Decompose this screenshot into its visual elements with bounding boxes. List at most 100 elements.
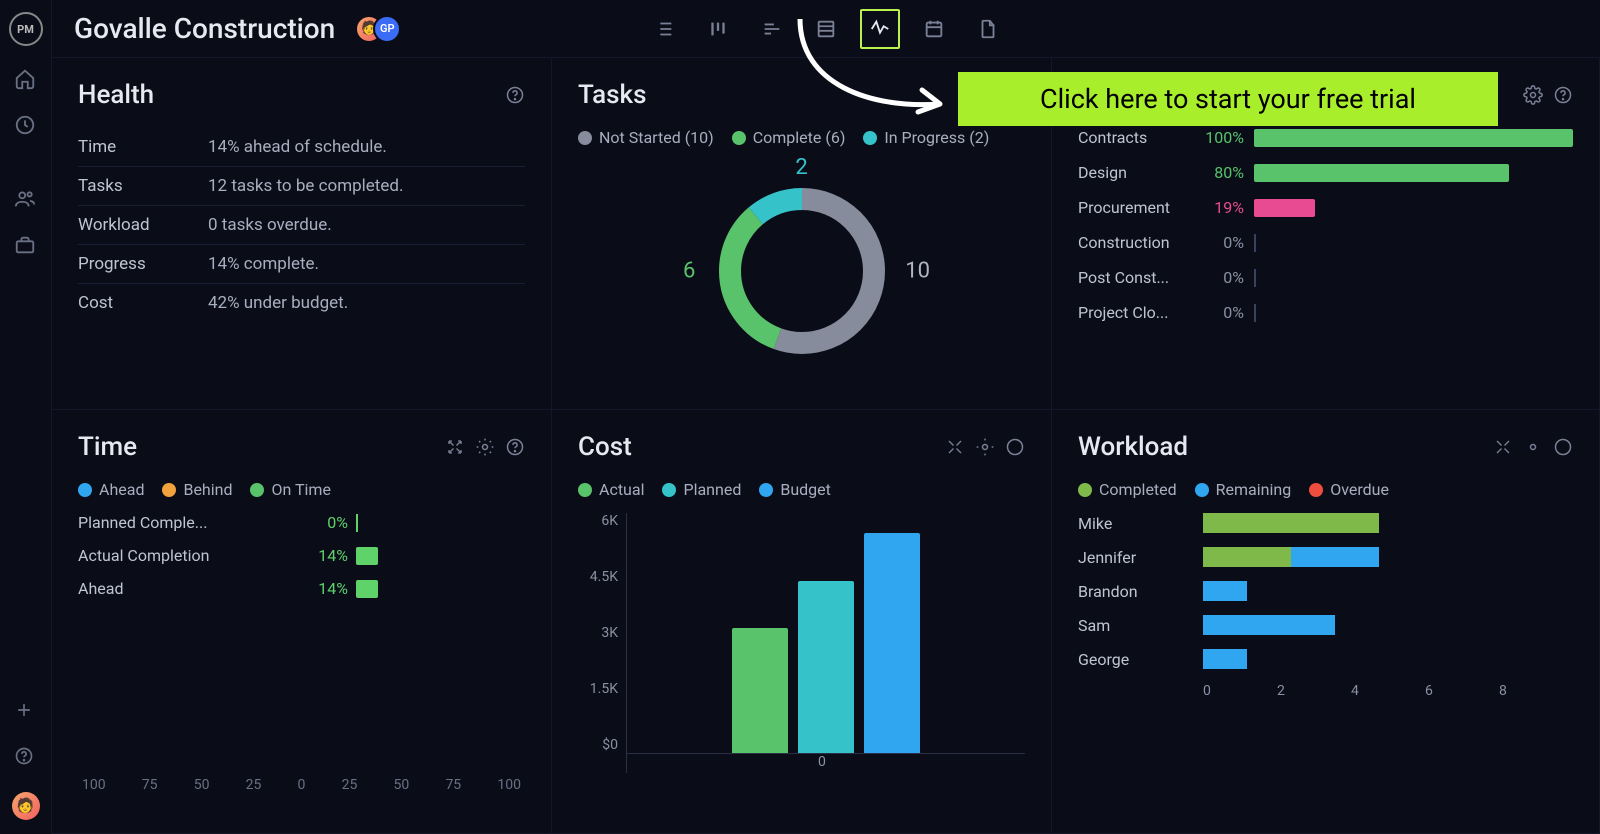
axis-tick: 75 <box>142 777 158 793</box>
bar-fill <box>356 580 378 598</box>
bar-seg <box>1203 581 1247 601</box>
axis-tick: 6K <box>578 513 618 529</box>
dot-icon <box>1309 483 1323 497</box>
gantt-view-icon[interactable] <box>752 9 792 49</box>
cost-card: Cost Actual Planned Budget 6K 4.5K 3K 1.… <box>552 410 1052 834</box>
app-logo[interactable]: PM <box>9 12 43 46</box>
expand-icon[interactable] <box>1493 437 1513 457</box>
health-value: 42% under budget. <box>208 293 348 313</box>
gear-icon[interactable] <box>1523 437 1543 457</box>
health-label: Workload <box>78 215 208 235</box>
tasks-donut: 2 6 10 <box>578 161 1025 381</box>
legend-label: Remaining <box>1216 480 1292 499</box>
health-value: 0 tasks overdue. <box>208 215 332 235</box>
time-row: Planned Comple...0% <box>78 513 525 532</box>
progress-row: Procurement19% <box>1078 198 1573 217</box>
health-row: Time14% ahead of schedule. <box>78 128 525 167</box>
legend-label: Actual <box>599 480 644 499</box>
list-view-icon[interactable] <box>644 9 684 49</box>
people-icon[interactable] <box>14 188 38 212</box>
dot-icon <box>732 131 746 145</box>
legend-item: In Progress (2) <box>863 128 989 147</box>
row-label: Construction <box>1078 233 1188 252</box>
axis-tick: 4 <box>1351 683 1425 699</box>
expand-icon[interactable] <box>945 437 965 457</box>
dot-icon <box>578 483 592 497</box>
file-view-icon[interactable] <box>968 9 1008 49</box>
donut-chart <box>702 171 902 371</box>
row-percent: 100% <box>1188 128 1244 147</box>
row-label: Procurement <box>1078 198 1188 217</box>
help-icon[interactable] <box>505 85 525 105</box>
time-axis: 100 75 50 25 0 25 50 75 100 <box>78 777 525 793</box>
tasks-legend: Not Started (10) Complete (6) In Progres… <box>578 128 1025 147</box>
axis-tick: 0 <box>818 754 826 770</box>
expand-icon[interactable] <box>445 437 465 457</box>
legend-label: Ahead <box>99 480 144 499</box>
board-view-icon[interactable] <box>698 9 738 49</box>
progress-row: Contracts100% <box>1078 128 1573 147</box>
help-icon[interactable] <box>1553 85 1573 105</box>
free-trial-cta[interactable]: Click here to start your free trial <box>958 72 1498 126</box>
card-title: Health <box>78 80 154 110</box>
axis-tick: 100 <box>497 777 521 793</box>
bar-fill <box>1254 269 1256 287</box>
donut-value: 6 <box>683 259 695 284</box>
plus-icon[interactable] <box>14 700 38 724</box>
clock-icon[interactable] <box>14 114 38 138</box>
bar-seg <box>1203 615 1335 635</box>
user-avatar[interactable]: 🧑 <box>12 792 40 820</box>
bar-seg <box>1203 649 1247 669</box>
axis-tick: $0 <box>578 737 618 753</box>
dashboard-view-icon[interactable] <box>860 9 900 49</box>
dot-icon <box>578 131 592 145</box>
legend-label: Complete (6) <box>753 128 846 147</box>
calendar-view-icon[interactable] <box>914 9 954 49</box>
briefcase-icon[interactable] <box>14 234 38 258</box>
legend-label: Planned <box>683 480 741 499</box>
axis-tick: 2 <box>1277 683 1351 699</box>
gear-icon[interactable] <box>1523 85 1543 105</box>
progress-rows: Contracts100% Design80% Procurement19% C… <box>1078 128 1573 322</box>
health-value: 12 tasks to be completed. <box>208 176 403 196</box>
health-row: Cost42% under budget. <box>78 284 525 322</box>
legend-item: Remaining <box>1195 480 1292 499</box>
home-icon[interactable] <box>14 68 38 92</box>
axis-tick: 0 <box>1203 683 1277 699</box>
time-card: Time Ahead Behind On Time Planned Comple… <box>52 410 552 834</box>
dot-icon <box>250 483 264 497</box>
help-icon[interactable] <box>1005 437 1025 457</box>
axis-tick: 100 <box>82 777 106 793</box>
axis-tick: 6 <box>1425 683 1499 699</box>
bar-seg <box>1203 513 1379 533</box>
gear-icon[interactable] <box>475 437 495 457</box>
help-icon[interactable] <box>1553 437 1573 457</box>
workload-row: Brandon <box>1078 581 1573 601</box>
sheet-view-icon[interactable] <box>806 9 846 49</box>
legend-label: Budget <box>780 480 831 499</box>
help-icon[interactable] <box>14 746 38 770</box>
legend-item: Complete (6) <box>732 128 846 147</box>
member-avatars[interactable]: 🧑 GP <box>355 15 401 43</box>
time-legend: Ahead Behind On Time <box>78 480 525 499</box>
health-row: Workload0 tasks overdue. <box>78 206 525 245</box>
card-title: Time <box>78 432 137 462</box>
legend-item: Actual <box>578 480 644 499</box>
legend-item: Behind <box>162 480 232 499</box>
row-label: Planned Comple... <box>78 513 298 532</box>
row-label: George <box>1078 650 1203 669</box>
row-label: Project Clo... <box>1078 303 1188 322</box>
gear-icon[interactable] <box>975 437 995 457</box>
axis-tick: 3K <box>578 625 618 641</box>
bar-fill <box>1254 199 1315 217</box>
health-label: Progress <box>78 254 208 274</box>
help-icon[interactable] <box>505 437 525 457</box>
axis-tick: 25 <box>246 777 262 793</box>
cost-legend: Actual Planned Budget <box>578 480 1025 499</box>
avatar-badge[interactable]: GP <box>373 15 401 43</box>
row-label: Brandon <box>1078 582 1203 601</box>
health-row: Tasks12 tasks to be completed. <box>78 167 525 206</box>
workload-card: Workload Completed Remaining Overdue Mik… <box>1052 410 1600 834</box>
legend-item: Not Started (10) <box>578 128 714 147</box>
bar-seg <box>1291 547 1379 567</box>
